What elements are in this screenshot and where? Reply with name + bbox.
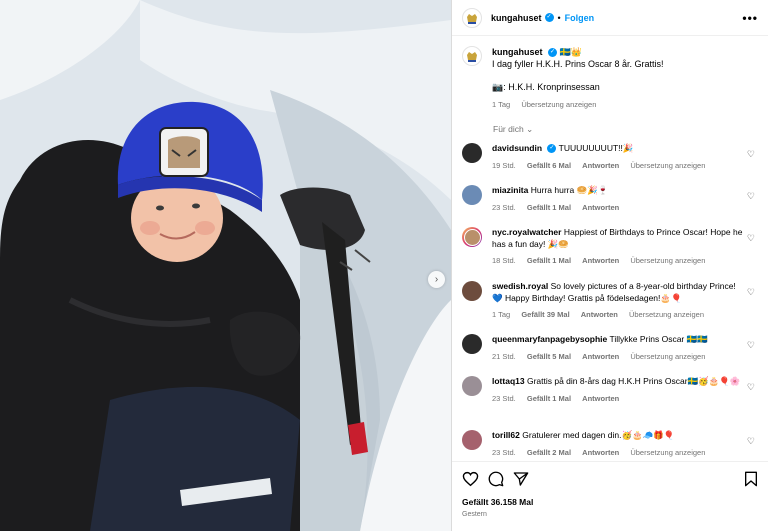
comment-item: miazinita Hurra hurra 🥯🎉🍷 23 Std. Gefäll… [462,185,758,213]
comment-text: Hurra hurra 🥯🎉🍷 [530,185,609,195]
heart-icon[interactable] [462,471,479,487]
comment-author[interactable]: lottaq13 [492,376,525,386]
post-actions: Gefällt 36.158 Mal Gestern [452,461,768,518]
boy-in-snow-cave-image [0,0,451,531]
comments-section[interactable]: kungahuset ✓ 🇸🇪👑 I dag fyller H.K.H. Pri… [452,37,768,461]
comment-item: torill62 Gratulerer med dagen din.🥳🎂🧢🎁🎈 … [462,430,758,458]
comment-text: Tillykke Prins Oscar 🇸🇪🇸🇪 [609,334,708,344]
avatar[interactable] [462,185,482,205]
caption-author[interactable]: kungahuset [492,47,543,57]
comment-likes[interactable]: Gefällt 1 Mal [527,256,571,265]
bookmark-icon[interactable] [744,471,758,487]
caption-text: I dag fyller H.K.H. Prins Oscar 8 år. Gr… [492,59,664,69]
comment-time[interactable]: 1 Tag [492,310,510,319]
comment-item: nyc.royalwatcher Happiest of Birthdays t… [462,227,758,267]
comment-text: TUUUUUUUUT!!🎉 [558,143,634,153]
comment-text: Gratulerer med dagen din.🥳🎂🧢🎁🎈 [522,430,675,440]
post-details-panel: kungahuset ✓ • Folgen ••• kungahuset ✓ 🇸… [451,0,768,531]
separator-dot: • [557,12,561,23]
royal-crest-icon [467,13,477,24]
reply-button[interactable]: Antworten [582,448,619,457]
caption-flags: 🇸🇪👑 [559,47,582,57]
avatar[interactable] [462,227,482,247]
post-date: Gestern [462,511,487,518]
reply-button[interactable]: Antworten [582,394,619,403]
comment-time[interactable]: 23 Std. [492,203,516,212]
post-header: kungahuset ✓ • Folgen ••• [452,0,768,36]
translate-link[interactable]: Übersetzung anzeigen [629,310,704,319]
comment-time[interactable]: 21 Std. [492,352,516,361]
comment-time[interactable]: 23 Std. [492,448,516,457]
heart-icon[interactable]: ♡ [747,149,755,160]
translate-link[interactable]: Übersetzung anzeigen [630,256,705,265]
reply-button[interactable]: Antworten [582,161,619,170]
comment-item: davidsundin ✓ TUUUUUUUUT!!🎉 19 Std. Gefä… [462,143,758,171]
reply-button[interactable]: Antworten [582,256,619,265]
comment-author[interactable]: miazinita [492,185,528,195]
share-icon[interactable] [513,471,529,487]
instagram-post-modal: › kungahuset ✓ • Folgen ••• kungahuset ✓… [0,0,768,531]
comment-item: swedish.royal So lovely pictures of a 8-… [462,281,758,321]
avatar[interactable] [462,376,482,396]
comment-time[interactable]: 23 Std. [492,394,516,403]
for-you-filter[interactable]: Für dich ⌄ [493,124,758,135]
avatar[interactable] [462,281,482,301]
translate-link[interactable]: Übersetzung anzeigen [630,161,705,170]
comment-author[interactable]: davidsundin [492,143,542,153]
reply-button[interactable]: Antworten [581,310,618,319]
follow-button[interactable]: Folgen [565,13,595,23]
comment-author[interactable]: nyc.royalwatcher [492,227,561,237]
heart-icon[interactable]: ♡ [747,436,755,447]
caption-credit: 📷: H.K.H. Kronprinsessan [492,82,600,92]
account-name[interactable]: kungahuset [491,13,542,23]
heart-icon[interactable]: ♡ [747,233,755,244]
heart-icon[interactable]: ♡ [747,287,755,298]
comment-time[interactable]: 19 Std. [492,161,516,170]
likes-count[interactable]: Gefällt 36.158 Mal [462,497,758,507]
reply-button[interactable]: Antworten [582,352,619,361]
chevron-right-icon[interactable]: › [428,271,445,288]
comment-author[interactable]: queenmaryfanpagebysophie [492,334,607,344]
avatar[interactable] [462,46,482,66]
post-photo: › [0,0,451,531]
caption-translate-link[interactable]: Übersetzung anzeigen [521,100,596,109]
comment-likes[interactable]: Gefällt 5 Mal [527,352,571,361]
heart-icon[interactable]: ♡ [747,382,755,393]
comment-likes[interactable]: Gefällt 39 Mal [521,310,569,319]
translate-link[interactable]: Übersetzung anzeigen [630,448,705,457]
comment-likes[interactable]: Gefällt 1 Mal [527,394,571,403]
avatar[interactable] [462,7,482,28]
translate-link[interactable]: Übersetzung anzeigen [630,352,705,361]
avatar[interactable] [462,430,482,450]
avatar[interactable] [462,334,482,354]
comment-text: Grattis på din 8-års dag H.K.H Prins Osc… [526,376,741,386]
post-caption: kungahuset ✓ 🇸🇪👑 I dag fyller H.K.H. Pri… [462,37,758,111]
comment-author[interactable]: swedish.royal [492,281,548,291]
heart-icon[interactable]: ♡ [747,191,755,202]
comment-time[interactable]: 18 Std. [492,256,516,265]
royal-crest-icon [467,52,477,62]
caption-time[interactable]: 1 Tag [492,100,510,109]
more-options-icon[interactable]: ••• [742,11,758,25]
reply-button[interactable]: Antworten [582,203,619,212]
verified-badge-icon: ✓ [544,13,554,22]
comment-item: queenmaryfanpagebysophie Tillykke Prins … [462,334,758,362]
verified-badge-icon: ✓ [547,144,557,154]
comment-likes[interactable]: Gefällt 1 Mal [527,203,571,212]
verified-badge-icon: ✓ [548,48,558,58]
avatar[interactable] [462,143,482,163]
comment-icon[interactable] [488,471,504,487]
comment-likes[interactable]: Gefällt 2 Mal [527,448,571,457]
comment-author[interactable]: torill62 [492,430,520,440]
comment-item: lottaq13 Grattis på din 8-års dag H.K.H … [462,376,758,404]
heart-icon[interactable]: ♡ [747,340,755,351]
comment-likes[interactable]: Gefällt 6 Mal [527,161,571,170]
